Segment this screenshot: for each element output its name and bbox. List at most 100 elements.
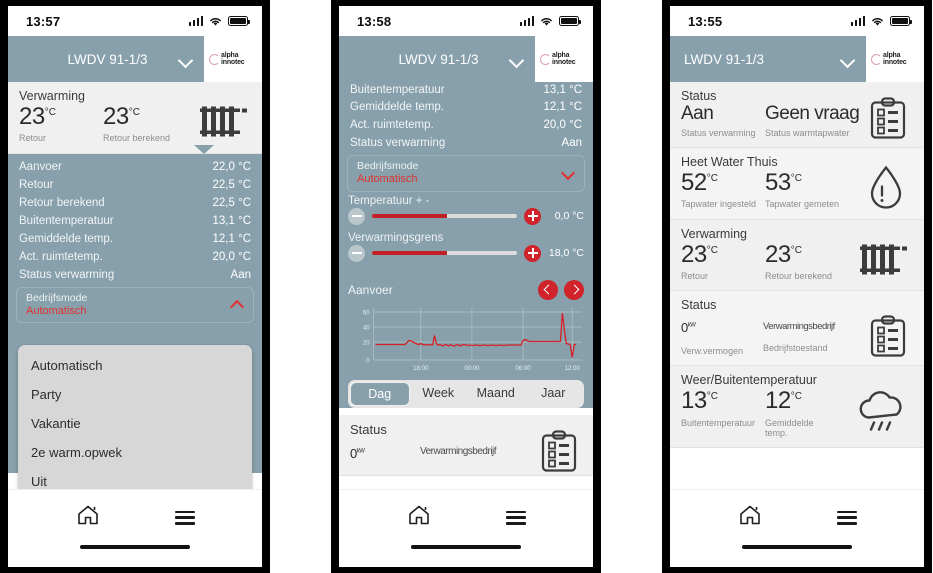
radiator-icon: [857, 242, 909, 281]
chart-ytick: 60: [363, 309, 370, 316]
metric-value: Aan: [681, 103, 714, 124]
bedrijfsmode-dropdown[interactable]: Automatisch Party Vakantie 2e warm.opwek…: [18, 345, 252, 489]
home-indicator: [670, 545, 924, 567]
plus-icon[interactable]: [524, 207, 541, 225]
dropdown-option-party[interactable]: Party: [18, 380, 252, 409]
metric-label: Verw.vermogen: [681, 345, 744, 356]
table-row: Buitentemperatuur 13,1 °C: [339, 82, 593, 98]
app-header-2: LWDV 91-1/3 alpha innotec: [339, 36, 593, 82]
home-button[interactable]: [407, 504, 431, 531]
table-row: Status verwarming Aan: [339, 134, 593, 152]
table-row: Act. ruimtetemp. 20,0 °C: [8, 248, 262, 266]
metric-label: Buitentemperatuur: [681, 417, 756, 428]
content-scroll-3[interactable]: Status Aan Status verwarming Geen vraag …: [670, 82, 924, 489]
bedrijfsmode-label: Bedrijfsmode: [26, 291, 88, 304]
tab-jaar[interactable]: Jaar: [525, 382, 583, 406]
panel-gap-1: [270, 0, 331, 573]
slider-label: Verwarmingsgrens: [348, 231, 444, 244]
metric-value: Geen vraag: [765, 103, 860, 124]
panel-gap-2: [601, 0, 662, 573]
row-value: 22,5 °C: [212, 196, 251, 209]
content-scroll-2[interactable]: Buitentemperatuur 13,1 °C Gemiddelde temp…: [339, 82, 593, 489]
status-bar-icons: [850, 16, 913, 27]
device-selector[interactable]: LWDV 91-1/3: [339, 36, 535, 82]
chart-card: Aanvoer 60 40 20 0 18:00 00:00 06:00 12:…: [339, 273, 593, 408]
metric-label: Tapwater ingesteld: [681, 199, 757, 210]
card-title: Verwarming: [681, 226, 747, 241]
card-title: Weer/Buitentemperatuur: [681, 373, 817, 388]
menu-button[interactable]: [505, 510, 526, 525]
minus-icon[interactable]: [348, 207, 365, 225]
row-value: 13,1 °C: [543, 84, 582, 96]
logo-line2: innotec: [883, 59, 907, 66]
table-row: Gemiddelde temp. 12,1 °C: [339, 98, 593, 116]
row-label: Act. ruimtetemp.: [350, 119, 434, 131]
device-selector[interactable]: LWDV 91-1/3: [8, 36, 204, 82]
slider-label: Temperatuur + -: [348, 194, 430, 207]
chevron-down-icon: [179, 53, 192, 66]
dropdown-option-vakantie[interactable]: Vakantie: [18, 409, 252, 438]
bedrijfsmode-select[interactable]: Bedrijfsmode Automatisch: [16, 286, 254, 324]
tab-dag[interactable]: Dag: [350, 381, 410, 406]
bedrijfsmode-value: Automatisch: [357, 173, 418, 186]
slider-track[interactable]: [372, 214, 517, 219]
home-indicator: [8, 545, 262, 567]
chevron-up-icon: [230, 299, 244, 309]
content-scroll-1[interactable]: Verwarming 23°C Retour 23°C Retour berek…: [8, 82, 262, 489]
status-bar-1: 13:57: [8, 6, 262, 36]
metric-value: 23°C: [681, 240, 718, 268]
row-value: Aan: [561, 137, 582, 149]
dropdown-option-2e-warm-opwek[interactable]: 2e warm.opwek: [18, 438, 252, 467]
slider-control[interactable]: 0,0 °C: [348, 207, 584, 225]
signal-icon: [188, 16, 203, 26]
dropdown-option-uit[interactable]: Uit: [18, 467, 252, 489]
row-label: Retour: [19, 178, 54, 191]
chart-ytick: 20: [363, 339, 370, 346]
slider-track[interactable]: [372, 251, 517, 256]
status-bar-clock: 13:57: [26, 13, 61, 29]
metric-value: 23°C: [103, 103, 140, 130]
clipboard-icon: [540, 429, 578, 478]
bedrijfsmode-select[interactable]: Bedrijfsmode Automatisch: [347, 155, 585, 192]
card-verwarming: Verwarming 23°C Retour 23°C Retour berek…: [8, 82, 262, 154]
wifi-icon: [872, 17, 883, 26]
chart-prev-button[interactable]: [538, 279, 558, 300]
menu-button[interactable]: [174, 510, 195, 525]
chart-next-button[interactable]: [564, 279, 584, 300]
chevron-down-icon: [510, 53, 523, 66]
row-label: Gemiddelde temp.: [19, 232, 113, 245]
metric-value: 12°C: [765, 387, 802, 415]
logo-mark-icon: [209, 53, 220, 65]
battery-icon: [890, 16, 913, 26]
device-selector[interactable]: LWDV 91-1/3: [670, 36, 866, 82]
tab-maand[interactable]: Maand: [467, 382, 525, 406]
metric-value: 53°C: [765, 169, 802, 197]
card-title: Status: [681, 298, 717, 313]
metric-value: 52°C: [681, 169, 718, 197]
metric-tapwater-gemeten: 53°C Tapwater gemeten: [765, 170, 865, 210]
home-icon: [77, 505, 98, 525]
dropdown-option-automatisch[interactable]: Automatisch: [18, 351, 252, 380]
status-bar-icons: [188, 16, 251, 27]
row-value: 13,1 °C: [212, 214, 251, 227]
minus-icon[interactable]: [348, 244, 365, 262]
table-row: Buitentemperatuur 13,1 °C: [8, 212, 262, 230]
metric-buitentemperatuur: 13°C Buitentemperatuur: [681, 388, 765, 428]
slider-control[interactable]: 18,0 °C: [348, 244, 584, 262]
menu-button[interactable]: [836, 510, 857, 525]
metric-label: Tapwater gemeten: [765, 199, 840, 210]
tab-week[interactable]: Week: [410, 382, 468, 406]
row-value: Aan: [230, 268, 251, 281]
card-status-2: Status 0kW Verwarmingsbedrijf: [339, 414, 593, 478]
card-verwarming: Verwarming 23°C Retour 23°C Retour berek…: [670, 219, 924, 292]
metric-label: Retour: [681, 271, 709, 281]
home-button[interactable]: [738, 504, 762, 531]
brand-logo: alpha innotec: [866, 36, 924, 82]
logo-text: alpha innotec: [221, 52, 245, 67]
home-button[interactable]: [76, 504, 100, 531]
clipboard-icon: [869, 97, 907, 146]
chart-header: Aanvoer: [348, 279, 584, 300]
plus-icon[interactable]: [524, 244, 541, 262]
screen-2: 13:58 LWDV 91-1/3 alpha innotec Buitente…: [339, 6, 593, 567]
water-drop-icon: [867, 165, 905, 216]
